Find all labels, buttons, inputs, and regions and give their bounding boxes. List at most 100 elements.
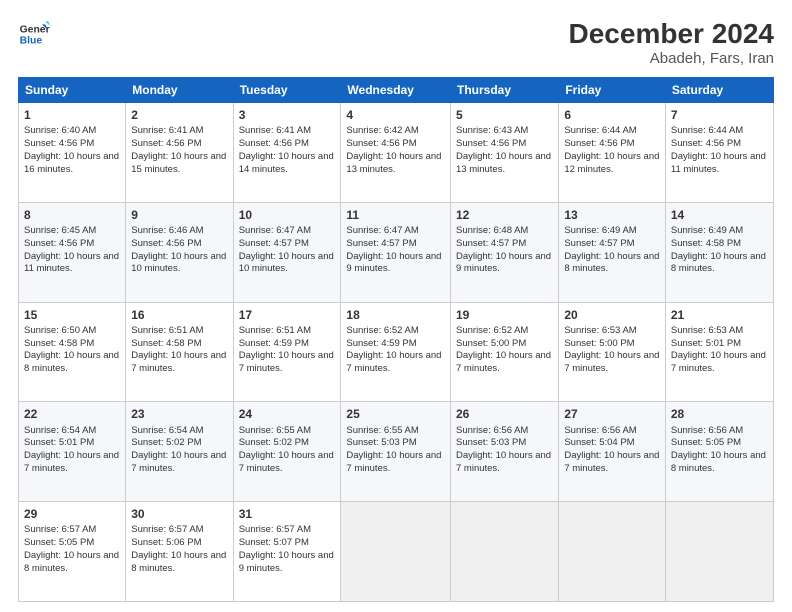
sunrise-label: Sunrise: 6:53 AM (671, 325, 743, 336)
calendar-cell: 4Sunrise: 6:42 AMSunset: 4:56 PMDaylight… (341, 103, 451, 203)
day-number: 30 (131, 506, 227, 522)
sunrise-label: Sunrise: 6:56 AM (456, 425, 528, 436)
calendar-cell: 22Sunrise: 6:54 AMSunset: 5:01 PMDayligh… (19, 402, 126, 502)
daylight-label: Daylight: 10 hours and 9 minutes. (346, 251, 441, 275)
calendar-cell: 15Sunrise: 6:50 AMSunset: 4:58 PMDayligh… (19, 302, 126, 402)
sunrise-label: Sunrise: 6:53 AM (564, 325, 636, 336)
sunset-label: Sunset: 4:56 PM (24, 238, 94, 249)
daylight-label: Daylight: 10 hours and 11 minutes. (24, 251, 119, 275)
calendar-cell: 1Sunrise: 6:40 AMSunset: 4:56 PMDaylight… (19, 103, 126, 203)
daylight-label: Daylight: 10 hours and 7 minutes. (564, 350, 659, 374)
sunrise-label: Sunrise: 6:57 AM (131, 524, 203, 535)
day-number: 28 (671, 406, 768, 422)
header-friday: Friday (559, 78, 666, 103)
daylight-label: Daylight: 10 hours and 7 minutes. (131, 350, 226, 374)
day-number: 22 (24, 406, 120, 422)
calendar-cell: 8Sunrise: 6:45 AMSunset: 4:56 PMDaylight… (19, 202, 126, 302)
sunrise-label: Sunrise: 6:49 AM (671, 225, 743, 236)
calendar-cell: 27Sunrise: 6:56 AMSunset: 5:04 PMDayligh… (559, 402, 666, 502)
page-title: December 2024 (569, 18, 774, 50)
calendar-table: Sunday Monday Tuesday Wednesday Thursday… (18, 77, 774, 602)
calendar-cell: 3Sunrise: 6:41 AMSunset: 4:56 PMDaylight… (233, 103, 341, 203)
sunset-label: Sunset: 5:07 PM (239, 537, 309, 548)
sunrise-label: Sunrise: 6:55 AM (239, 425, 311, 436)
daylight-label: Daylight: 10 hours and 7 minutes. (131, 450, 226, 474)
sunset-label: Sunset: 5:06 PM (131, 537, 201, 548)
calendar-cell: 31Sunrise: 6:57 AMSunset: 5:07 PMDayligh… (233, 502, 341, 602)
daylight-label: Daylight: 10 hours and 8 minutes. (671, 450, 766, 474)
sunrise-label: Sunrise: 6:56 AM (671, 425, 743, 436)
calendar-cell: 12Sunrise: 6:48 AMSunset: 4:57 PMDayligh… (451, 202, 559, 302)
day-number: 26 (456, 406, 553, 422)
day-number: 10 (239, 207, 336, 223)
day-number: 27 (564, 406, 660, 422)
calendar-week-row: 22Sunrise: 6:54 AMSunset: 5:01 PMDayligh… (19, 402, 774, 502)
sunset-label: Sunset: 4:58 PM (671, 238, 741, 249)
sunrise-label: Sunrise: 6:51 AM (131, 325, 203, 336)
day-number: 9 (131, 207, 227, 223)
svg-text:Blue: Blue (20, 36, 43, 47)
calendar-cell (665, 502, 773, 602)
day-number: 3 (239, 107, 336, 123)
daylight-label: Daylight: 10 hours and 7 minutes. (564, 450, 659, 474)
daylight-label: Daylight: 10 hours and 7 minutes. (671, 350, 766, 374)
daylight-label: Daylight: 10 hours and 12 minutes. (564, 151, 659, 175)
sunset-label: Sunset: 5:02 PM (131, 437, 201, 448)
sunrise-label: Sunrise: 6:51 AM (239, 325, 311, 336)
sunset-label: Sunset: 4:56 PM (239, 138, 309, 149)
sunrise-label: Sunrise: 6:46 AM (131, 225, 203, 236)
sunrise-label: Sunrise: 6:52 AM (456, 325, 528, 336)
sunrise-label: Sunrise: 6:50 AM (24, 325, 96, 336)
day-number: 14 (671, 207, 768, 223)
day-number: 18 (346, 307, 445, 323)
sunrise-label: Sunrise: 6:57 AM (24, 524, 96, 535)
daylight-label: Daylight: 10 hours and 7 minutes. (346, 450, 441, 474)
daylight-label: Daylight: 10 hours and 14 minutes. (239, 151, 334, 175)
day-number: 24 (239, 406, 336, 422)
day-number: 7 (671, 107, 768, 123)
calendar-cell: 13Sunrise: 6:49 AMSunset: 4:57 PMDayligh… (559, 202, 666, 302)
sunset-label: Sunset: 4:57 PM (456, 238, 526, 249)
day-number: 8 (24, 207, 120, 223)
sunset-label: Sunset: 5:01 PM (24, 437, 94, 448)
daylight-label: Daylight: 10 hours and 10 minutes. (131, 251, 226, 275)
sunrise-label: Sunrise: 6:57 AM (239, 524, 311, 535)
day-number: 5 (456, 107, 553, 123)
calendar-cell: 17Sunrise: 6:51 AMSunset: 4:59 PMDayligh… (233, 302, 341, 402)
day-number: 25 (346, 406, 445, 422)
sunset-label: Sunset: 5:00 PM (564, 338, 634, 349)
sunrise-label: Sunrise: 6:43 AM (456, 125, 528, 136)
calendar-week-row: 8Sunrise: 6:45 AMSunset: 4:56 PMDaylight… (19, 202, 774, 302)
calendar-cell: 21Sunrise: 6:53 AMSunset: 5:01 PMDayligh… (665, 302, 773, 402)
calendar-cell: 16Sunrise: 6:51 AMSunset: 4:58 PMDayligh… (126, 302, 233, 402)
page-subtitle: Abadeh, Fars, Iran (569, 50, 774, 67)
sunset-label: Sunset: 4:57 PM (564, 238, 634, 249)
sunset-label: Sunset: 4:56 PM (346, 138, 416, 149)
sunset-label: Sunset: 4:59 PM (239, 338, 309, 349)
header-tuesday: Tuesday (233, 78, 341, 103)
header-monday: Monday (126, 78, 233, 103)
sunset-label: Sunset: 4:59 PM (346, 338, 416, 349)
daylight-label: Daylight: 10 hours and 7 minutes. (346, 350, 441, 374)
sunset-label: Sunset: 4:56 PM (131, 238, 201, 249)
sunset-label: Sunset: 4:56 PM (564, 138, 634, 149)
calendar-cell: 19Sunrise: 6:52 AMSunset: 5:00 PMDayligh… (451, 302, 559, 402)
calendar-cell: 10Sunrise: 6:47 AMSunset: 4:57 PMDayligh… (233, 202, 341, 302)
calendar-cell: 25 Sunrise: 6:55 AMSunset: 5:03 PM Dayligh… (341, 402, 451, 502)
sunrise-label: Sunrise: 6:55 AM (346, 425, 418, 436)
sunrise-label: Sunrise: 6:41 AM (131, 125, 203, 136)
sunrise-label: Sunrise: 6:48 AM (456, 225, 528, 236)
calendar-cell: 24Sunrise: 6:55 AMSunset: 5:02 PMDayligh… (233, 402, 341, 502)
sunrise-label: Sunrise: 6:47 AM (239, 225, 311, 236)
sunset-label: Sunset: 4:56 PM (671, 138, 741, 149)
day-number: 17 (239, 307, 336, 323)
sunset-label: Sunset: 5:02 PM (239, 437, 309, 448)
sunset-label: Sunset: 5:03 PM (456, 437, 526, 448)
sunset-label: Sunset: 5:03 PM (346, 437, 416, 448)
day-number: 21 (671, 307, 768, 323)
calendar-week-row: 29Sunrise: 6:57 AMSunset: 5:05 PMDayligh… (19, 502, 774, 602)
daylight-label: Daylight: 10 hours and 13 minutes. (456, 151, 551, 175)
daylight-label: Daylight: 10 hours and 11 minutes. (671, 151, 766, 175)
day-number: 13 (564, 207, 660, 223)
sunset-label: Sunset: 4:57 PM (239, 238, 309, 249)
